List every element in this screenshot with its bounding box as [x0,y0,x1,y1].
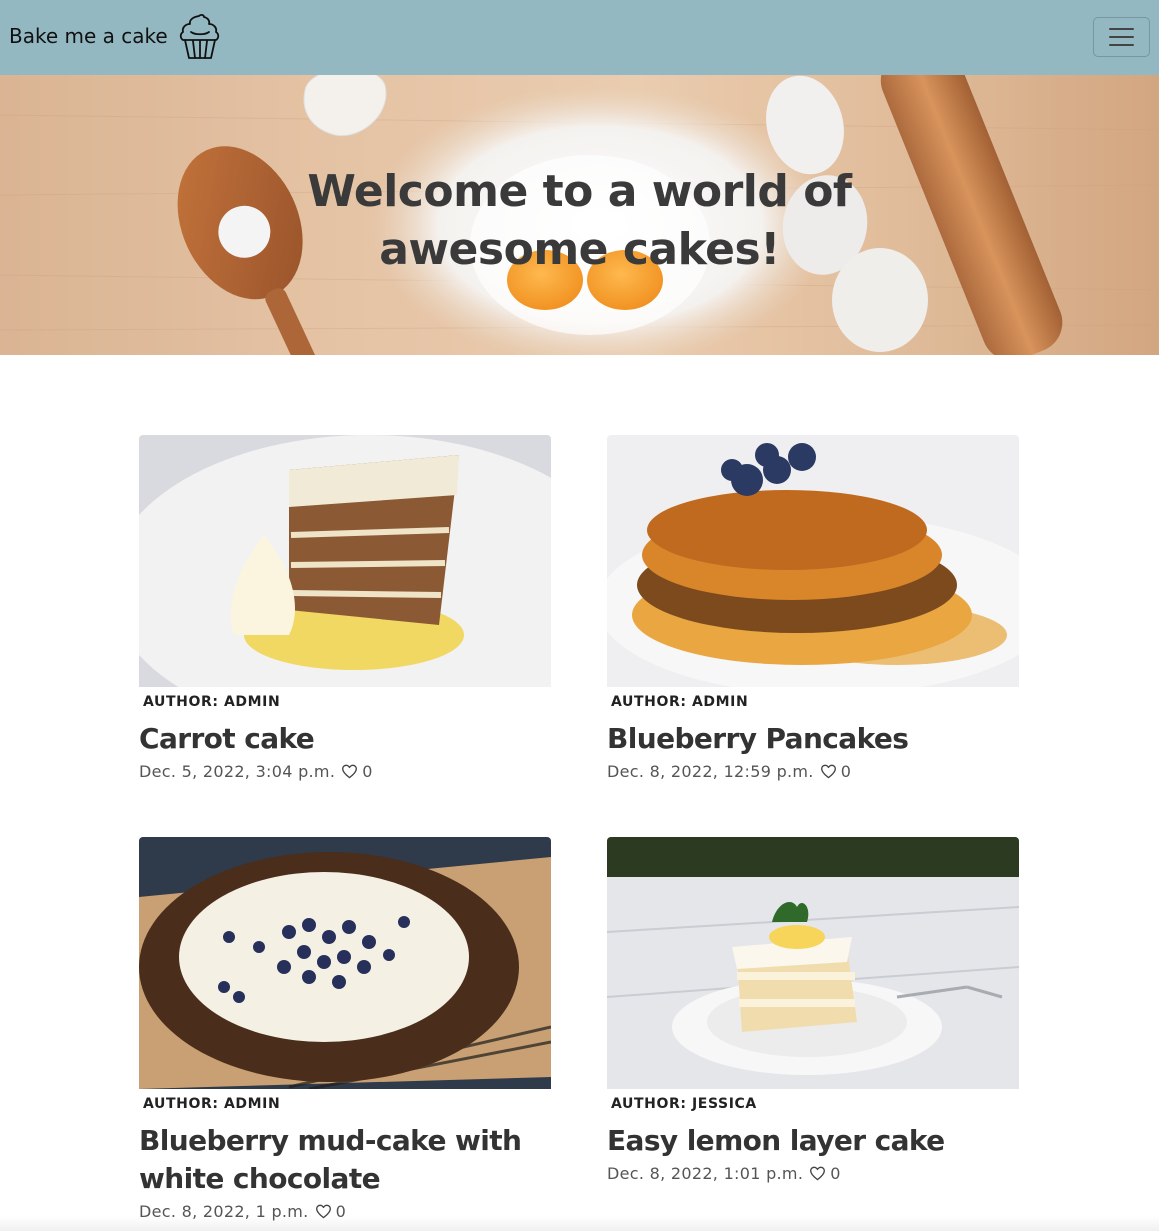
post-author: AUTHOR: ADMIN [611,694,749,710]
post-title[interactable]: Carrot cake [139,720,551,758]
post-card[interactable]: AUTHOR: JESSICA Easy lemon layer cake De… [607,837,1019,1183]
post-author: AUTHOR: ADMIN [143,1096,281,1112]
blueberry-pancakes-photo[interactable] [607,435,1019,687]
post-card[interactable]: AUTHOR: ADMIN Carrot cake Dec. 5, 2022, … [139,435,551,781]
navbar: Bake me a cake [0,0,1159,75]
like-count: 0 [362,762,373,781]
post-date: Dec. 8, 2022, 12:59 p.m. [607,762,814,781]
post-card[interactable]: AUTHOR: ADMIN Blueberry Pancakes Dec. 8,… [607,435,1019,781]
post-author: AUTHOR: JESSICA [611,1096,757,1112]
menu-toggle-button[interactable] [1093,17,1150,57]
post-meta: Dec. 5, 2022, 3:04 p.m. 0 [139,762,551,781]
hero-banner: Welcome to a world of awesome cakes! [0,75,1159,355]
carrot-cake-slice-photo[interactable] [139,435,551,687]
cupcake-icon [179,14,219,59]
page-bottom-shadow [0,1216,1159,1231]
heart-icon [810,1166,826,1181]
heart-icon [820,764,836,779]
post-title[interactable]: Blueberry mud-cake with white chocolate [139,1122,551,1198]
brand-link[interactable]: Bake me a cake [9,12,223,60]
post-date: Dec. 8, 2022, 1:01 p.m. [607,1164,804,1183]
hero-title-line2: awesome cakes! [379,224,780,275]
like-count: 0 [830,1164,841,1183]
blueberry-mud-cake-photo[interactable] [139,837,551,1089]
like-count: 0 [840,762,852,781]
post-card[interactable]: AUTHOR: ADMIN Blueberry mud-cake with wh… [139,837,551,1221]
post-meta: Dec. 8, 2022, 12:59 p.m. 0 [607,762,1019,781]
brand-text: Bake me a cake [9,24,168,48]
hero-title: Welcome to a world of awesome cakes! [0,163,1159,279]
post-title[interactable]: Blueberry Pancakes [607,720,1019,758]
lemon-layer-cake-photo[interactable] [607,837,1019,1089]
post-meta: Dec. 8, 2022, 1:01 p.m. 0 [607,1164,1019,1183]
post-title[interactable]: Easy lemon layer cake [607,1122,1019,1160]
heart-icon [342,764,358,779]
hero-title-line1: Welcome to a world of [307,166,852,217]
hamburger-menu-icon [1109,28,1134,30]
post-author: AUTHOR: ADMIN [143,694,281,710]
post-date: Dec. 5, 2022, 3:04 p.m. [139,762,336,781]
